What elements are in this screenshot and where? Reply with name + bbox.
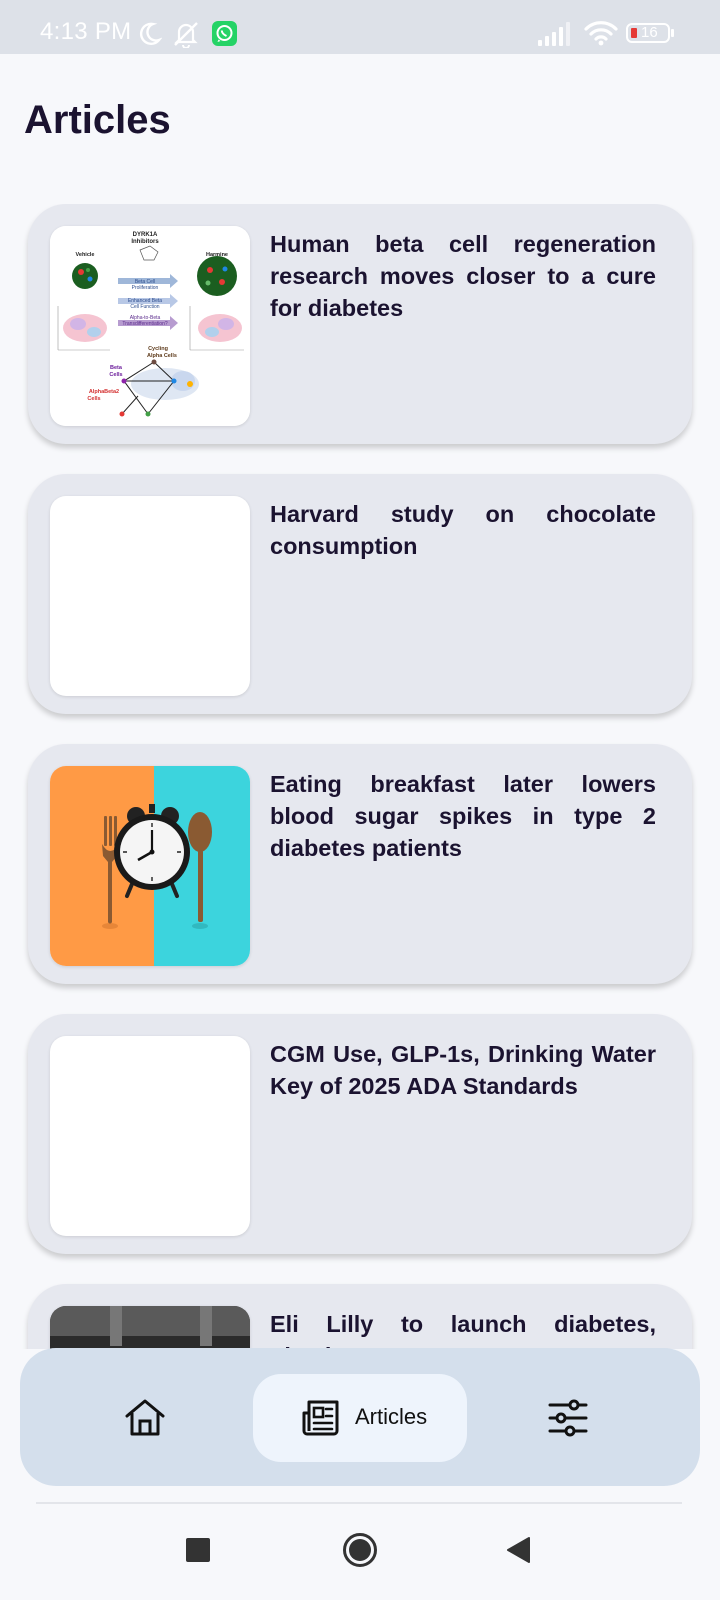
system-nav-bar bbox=[0, 1504, 720, 1600]
article-card[interactable]: CGM Use, GLP-1s, Drinking Water Key of 2… bbox=[28, 1014, 692, 1254]
svg-text:Cell Function: Cell Function bbox=[130, 304, 159, 310]
svg-text:Proliferation: Proliferation bbox=[132, 285, 159, 291]
fork-clock-spoon-photo bbox=[50, 766, 250, 966]
article-thumbnail[interactable]: DYRK1A Inhibitors Vehicle Harmine Beta C… bbox=[50, 226, 250, 426]
svg-text:Inhibitors: Inhibitors bbox=[131, 239, 159, 245]
nav-settings[interactable] bbox=[514, 1374, 622, 1462]
article-title[interactable]: Eating breakfast later lowers blood suga… bbox=[270, 768, 656, 864]
status-bar: 4:13 PM 16 bbox=[0, 0, 720, 54]
wifi-icon bbox=[584, 21, 618, 46]
article-title[interactable]: Human beta cell regeneration research mo… bbox=[270, 228, 656, 324]
nav-articles-label: Articles bbox=[355, 1404, 428, 1429]
svg-text:Cells: Cells bbox=[87, 396, 100, 402]
status-time: 4:13 PM bbox=[40, 18, 132, 45]
article-title[interactable]: CGM Use, GLP-1s, Drinking Water Key of 2… bbox=[270, 1038, 656, 1102]
bell-off-icon bbox=[174, 22, 198, 48]
article-card[interactable]: Eli Lilly to launch diabetes, obesity bbox=[28, 1284, 692, 1349]
article-list[interactable]: DYRK1A Inhibitors Vehicle Harmine Beta C… bbox=[0, 204, 720, 1349]
nav-articles[interactable]: Articles bbox=[253, 1374, 467, 1462]
svg-text:Beta: Beta bbox=[110, 365, 123, 371]
svg-text:DYRK1A: DYRK1A bbox=[133, 232, 158, 238]
battery-level: 16 bbox=[641, 24, 658, 41]
whatsapp-icon bbox=[212, 21, 237, 46]
article-thumbnail[interactable] bbox=[50, 766, 250, 966]
back-triangle-icon[interactable] bbox=[505, 1536, 531, 1564]
article-title[interactable]: Eli Lilly to launch diabetes, obesity bbox=[270, 1308, 656, 1349]
signal-icon bbox=[538, 22, 570, 46]
article-thumbnail[interactable] bbox=[50, 1036, 250, 1236]
article-thumbnail[interactable] bbox=[50, 496, 250, 696]
recent-apps-square-icon[interactable] bbox=[186, 1538, 210, 1562]
page-title: Articles bbox=[24, 98, 171, 142]
newspaper-icon bbox=[302, 1400, 339, 1436]
svg-text:Cycling: Cycling bbox=[148, 346, 168, 352]
article-title[interactable]: Harvard study on chocolate consumption bbox=[270, 498, 656, 562]
svg-text:Cells: Cells bbox=[109, 372, 122, 378]
svg-text:Transdifferentiation?: Transdifferentiation? bbox=[122, 321, 168, 327]
dark-photo bbox=[50, 1306, 250, 1349]
article-card[interactable]: Eating breakfast later lowers blood suga… bbox=[28, 744, 692, 984]
sliders-icon bbox=[548, 1399, 588, 1437]
home-circle-icon[interactable] bbox=[342, 1532, 378, 1568]
moon-icon bbox=[139, 22, 162, 45]
article-card[interactable]: Harvard study on chocolate consumption bbox=[28, 474, 692, 714]
svg-text:AlphaBeta2: AlphaBeta2 bbox=[89, 389, 119, 395]
svg-text:Vehicle: Vehicle bbox=[76, 252, 95, 258]
article-card[interactable]: DYRK1A Inhibitors Vehicle Harmine Beta C… bbox=[28, 204, 692, 444]
article-thumbnail[interactable] bbox=[50, 1306, 250, 1349]
svg-text:Alpha Cells: Alpha Cells bbox=[147, 353, 177, 359]
bottom-nav: Articles bbox=[20, 1348, 700, 1486]
home-icon bbox=[125, 1399, 165, 1436]
diagram-thumbnail: DYRK1A Inhibitors Vehicle Harmine Beta C… bbox=[50, 226, 250, 426]
nav-home[interactable] bbox=[90, 1374, 198, 1462]
battery-icon: 16 bbox=[626, 23, 674, 43]
